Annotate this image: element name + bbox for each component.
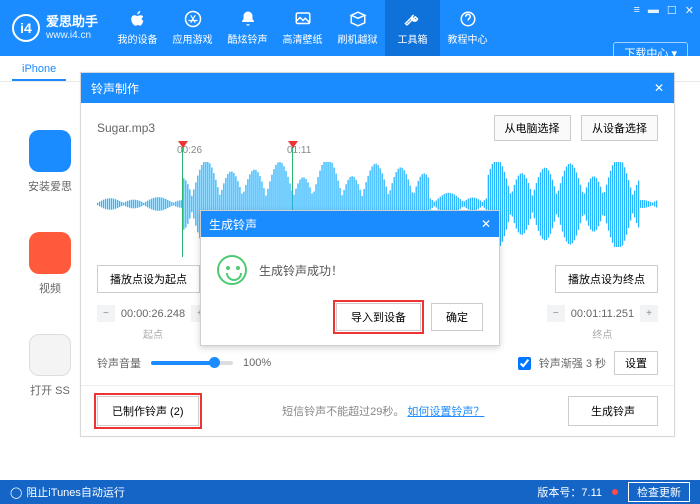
bell-icon bbox=[239, 10, 257, 28]
start-time: 00:00:26.248 bbox=[121, 308, 185, 320]
check-update-button[interactable]: 检查更新 bbox=[628, 482, 690, 502]
image-icon bbox=[294, 10, 312, 28]
logo-icon: i4 bbox=[12, 14, 40, 42]
nav-apps[interactable]: 应用游戏 bbox=[165, 0, 220, 56]
volume-slider[interactable] bbox=[151, 361, 233, 365]
success-popup: 生成铃声 ✕ 生成铃声成功！ 导入到设备 确定 bbox=[200, 210, 500, 346]
popup-message: 生成铃声成功！ bbox=[259, 262, 343, 279]
side-ssh[interactable]: 打开 SS bbox=[29, 334, 71, 398]
ok-button[interactable]: 确定 bbox=[431, 303, 483, 331]
end-label: 终点 bbox=[592, 326, 612, 341]
close-button[interactable]: ✕ bbox=[685, 4, 694, 17]
audio-filename: Sugar.mp3 bbox=[97, 121, 155, 135]
choose-from-device-button[interactable]: 从设备选择 bbox=[581, 115, 658, 141]
update-dot-icon bbox=[612, 489, 618, 495]
start-minus-button[interactable]: − bbox=[97, 305, 115, 322]
end-minus-button[interactable]: − bbox=[547, 305, 565, 322]
popup-title: 生成铃声 bbox=[209, 216, 257, 233]
end-time: 00:01:11.251 bbox=[571, 308, 634, 320]
end-plus-button[interactable]: + bbox=[640, 305, 658, 322]
app-name: 爱思助手 bbox=[46, 15, 98, 29]
nav-tutorials[interactable]: 教程中心 bbox=[440, 0, 495, 56]
install-icon bbox=[29, 130, 71, 172]
nav-jailbreak[interactable]: 刷机越狱 bbox=[330, 0, 385, 56]
volume-value: 100% bbox=[243, 357, 271, 369]
side-video[interactable]: 视频 bbox=[29, 232, 71, 296]
version-label: 版本号：7.11 bbox=[537, 484, 602, 500]
apple-icon bbox=[129, 10, 147, 28]
nav-ringtones[interactable]: 酷炫铃声 bbox=[220, 0, 275, 56]
footer-itunes-label[interactable]: 阻止iTunes自动运行 bbox=[26, 484, 125, 500]
choose-from-pc-button[interactable]: 从电脑选择 bbox=[494, 115, 571, 141]
appstore-icon bbox=[184, 10, 202, 28]
menu-icon[interactable]: ≡ bbox=[633, 4, 639, 17]
minimize-button[interactable]: ▬ bbox=[648, 4, 659, 17]
box-icon bbox=[349, 10, 367, 28]
app-url: www.i4.cn bbox=[46, 30, 98, 41]
help-icon bbox=[459, 10, 477, 28]
ssh-icon bbox=[29, 334, 71, 376]
success-icon bbox=[217, 255, 247, 285]
tab-iphone[interactable]: iPhone bbox=[12, 59, 66, 81]
fade-settings-button[interactable]: 设置 bbox=[614, 351, 658, 375]
nav-wallpapers[interactable]: 高清壁纸 bbox=[275, 0, 330, 56]
nav-toolbox[interactable]: 工具箱 bbox=[385, 0, 440, 56]
set-end-button[interactable]: 播放点设为终点 bbox=[555, 265, 658, 293]
generate-ringtone-button[interactable]: 生成铃声 bbox=[568, 396, 658, 426]
made-ringtones-button[interactable]: 已制作铃声 (2) bbox=[97, 396, 199, 426]
how-to-link[interactable]: 如何设置铃声？ bbox=[407, 406, 484, 418]
dialog-close-icon[interactable]: ✕ bbox=[654, 81, 664, 95]
volume-label: 铃声音量 bbox=[97, 355, 141, 371]
sms-tip: 短信铃声不能超过29秒。 如何设置铃声？ bbox=[282, 403, 484, 419]
import-to-device-button[interactable]: 导入到设备 bbox=[336, 303, 421, 331]
maximize-button[interactable]: ☐ bbox=[667, 4, 677, 17]
fade-label: 铃声渐强 3 秒 bbox=[539, 355, 606, 371]
side-install[interactable]: 安装爱思 bbox=[28, 130, 72, 194]
popup-close-icon[interactable]: ✕ bbox=[481, 217, 491, 231]
tools-icon bbox=[404, 10, 422, 28]
set-start-button[interactable]: 播放点设为起点 bbox=[97, 265, 200, 293]
nav-my-device[interactable]: 我的设备 bbox=[110, 0, 165, 56]
download-center-button[interactable]: 下载中心 ▾ bbox=[613, 42, 688, 64]
fade-checkbox[interactable] bbox=[518, 357, 531, 370]
app-logo: i4 爱思助手 www.i4.cn bbox=[0, 14, 110, 42]
start-label: 起点 bbox=[143, 326, 163, 341]
video-icon bbox=[29, 232, 71, 274]
top-nav: 我的设备 应用游戏 酷炫铃声 高清壁纸 刷机越狱 工具箱 教程中心 bbox=[110, 0, 495, 56]
dialog-title: 铃声制作 bbox=[91, 80, 139, 97]
